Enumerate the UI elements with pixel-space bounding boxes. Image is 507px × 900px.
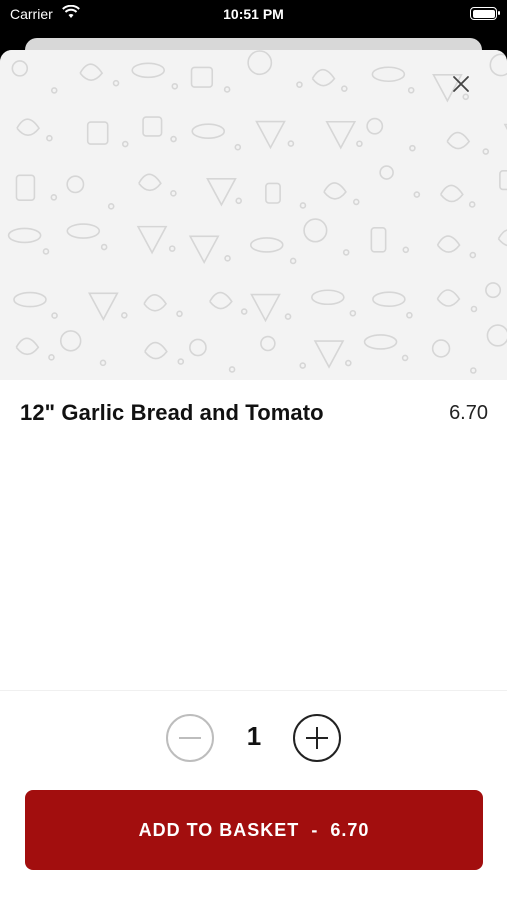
- product-sheet: 12" Garlic Bread and Tomato 6.70 1 ADD T…: [0, 50, 507, 900]
- product-image-placeholder: [0, 50, 507, 380]
- add-to-basket-separator: -: [311, 819, 319, 840]
- close-icon: [453, 76, 469, 92]
- quantity-value: 1: [246, 721, 262, 751]
- add-to-basket-button[interactable]: ADD TO BASKET - 6.70: [25, 790, 483, 870]
- footer-divider: [0, 690, 507, 691]
- product-name: 12" Garlic Bread and Tomato: [20, 400, 324, 425]
- status-bar: Carrier 10:51 PM: [0, 0, 507, 30]
- clock: 10:51 PM: [223, 6, 284, 22]
- add-to-basket-label: ADD TO BASKET: [138, 819, 300, 840]
- add-to-basket-price: 6.70: [330, 819, 370, 840]
- food-doodle-pattern: [7, 50, 507, 374]
- quantity-stepper: 1: [0, 713, 507, 763]
- product-header: 12" Garlic Bread and Tomato 6.70: [20, 400, 488, 430]
- decrease-quantity-button[interactable]: [166, 714, 214, 762]
- battery-icon: [470, 7, 500, 20]
- increase-quantity-button[interactable]: [293, 714, 341, 762]
- product-price: 6.70: [449, 402, 488, 424]
- close-button[interactable]: [445, 68, 477, 100]
